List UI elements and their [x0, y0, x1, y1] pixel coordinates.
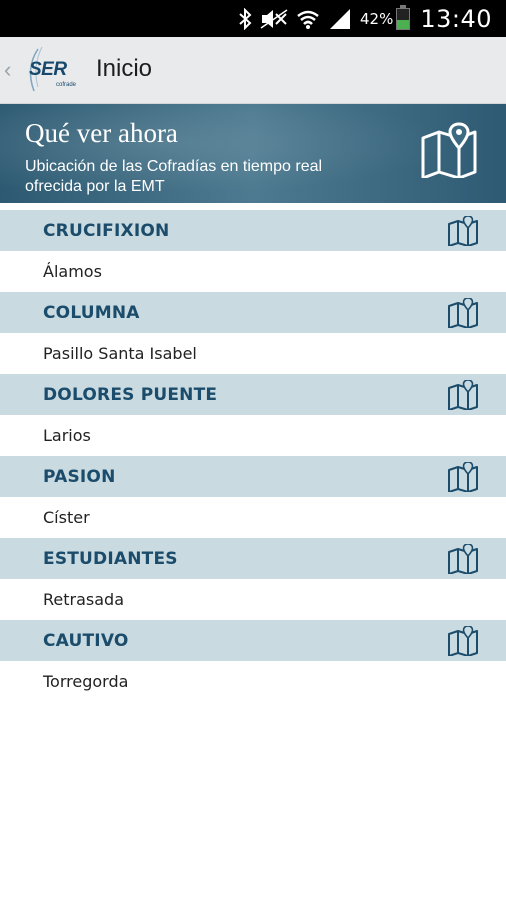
cofradia-location-row[interactable]: Torregorda [0, 661, 506, 702]
cofradia-location: Torregorda [43, 672, 129, 691]
bluetooth-icon [238, 7, 252, 30]
mute-icon [260, 8, 288, 30]
map-icon[interactable] [446, 297, 480, 329]
map-icon[interactable] [446, 625, 480, 657]
cofradia-location: Álamos [43, 262, 102, 281]
status-bar: 42% 13:40 [0, 0, 506, 37]
map-icon [420, 122, 478, 183]
cofradia-header[interactable]: CRUCIFIXION [0, 210, 506, 251]
cofradia-header[interactable]: COLUMNA [0, 292, 506, 333]
banner-subtitle: Ubicación de las Cofradías en tiempo rea… [25, 158, 323, 195]
cofradia-location: Císter [43, 508, 90, 527]
cofradia-location-row[interactable]: Álamos [0, 251, 506, 292]
cofradia-list: CRUCIFIXION Álamos COLUMNA Pasillo Santa Is… [0, 210, 506, 702]
cofradia-location: Larios [43, 426, 91, 445]
cofradia-location-row[interactable]: Císter [0, 497, 506, 538]
logo-text: SER [29, 59, 67, 80]
cofradia-location: Pasillo Santa Isabel [43, 344, 197, 363]
cofradia-location-row[interactable]: Pasillo Santa Isabel [0, 333, 506, 374]
banner-title: Qué ver ahora [25, 118, 178, 148]
battery-level [397, 20, 410, 29]
map-icon[interactable] [446, 543, 480, 575]
map-icon[interactable] [446, 461, 480, 493]
chevron-left-icon[interactable]: ‹ [4, 57, 11, 83]
cofradia-header[interactable]: DOLORES PUENTE [0, 374, 506, 415]
logo-subtext: cofrade [56, 82, 77, 88]
cofradia-name: ESTUDIANTES [43, 549, 178, 569]
cofradia-name: PASION [43, 467, 116, 487]
page-title: Inicio [96, 55, 153, 82]
status-icons: 42% 13:40 [230, 0, 492, 37]
map-icon[interactable] [446, 379, 480, 411]
cofradia-name: COLUMNA [43, 303, 140, 323]
cofradia-name: CAUTIVO [43, 631, 129, 651]
clock: 13:40 [420, 4, 492, 33]
signal-icon [328, 8, 352, 30]
battery-percent: 42% [359, 9, 394, 28]
cofradia-name: CRUCIFIXION [43, 221, 170, 241]
action-bar: ‹ SER cofrade Inicio [0, 37, 506, 104]
cofradia-header[interactable]: PASION [0, 456, 506, 497]
cofradia-header[interactable]: ESTUDIANTES [0, 538, 506, 579]
que-ver-ahora-banner[interactable]: Qué ver ahora Ubicación de las Cofradías… [0, 104, 506, 203]
map-icon[interactable] [446, 215, 480, 247]
cofradia-name: DOLORES PUENTE [43, 385, 218, 405]
cofradia-location-row[interactable]: Larios [0, 415, 506, 456]
app-logo[interactable]: SER cofrade [20, 45, 82, 97]
cofradia-location: Retrasada [43, 590, 124, 609]
battery-icon [396, 4, 411, 30]
cofradia-location-row[interactable]: Retrasada [0, 579, 506, 620]
cofradia-header[interactable]: CAUTIVO [0, 620, 506, 661]
wifi-icon [296, 8, 320, 30]
